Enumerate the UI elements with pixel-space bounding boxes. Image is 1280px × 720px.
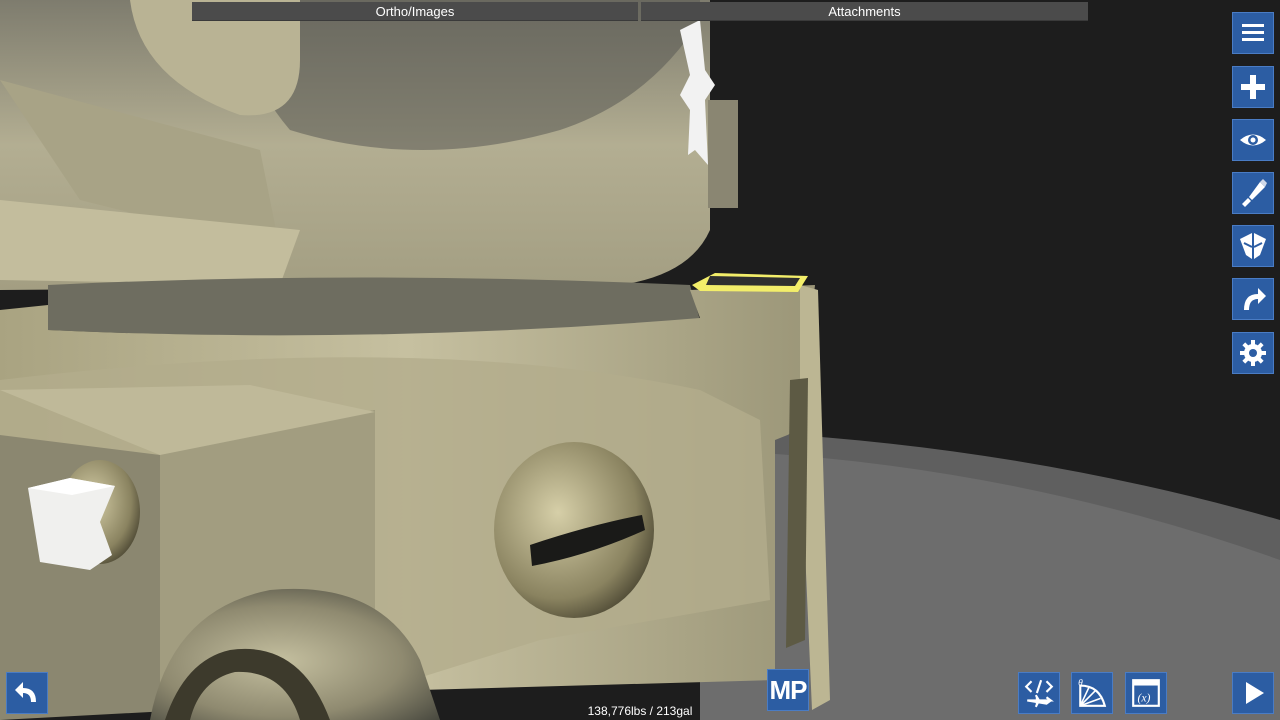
settings-icon bbox=[1240, 340, 1266, 366]
svg-text:(x): (x) bbox=[1137, 692, 1150, 705]
svg-text:θ: θ bbox=[1078, 678, 1083, 689]
undo-button[interactable] bbox=[6, 672, 48, 714]
paint-button[interactable] bbox=[1232, 172, 1274, 214]
ortho-images-tab[interactable]: Ortho/Images bbox=[192, 2, 638, 21]
rotation-gizmo-icon: θ bbox=[1078, 678, 1107, 707]
add-part-button[interactable] bbox=[1232, 66, 1274, 108]
mp-label: MP bbox=[769, 674, 808, 705]
redo-icon bbox=[1244, 288, 1266, 310]
mass-readout: 138,776lbs / 213gal bbox=[587, 704, 693, 718]
view-icon bbox=[1240, 134, 1266, 146]
menu-button[interactable] bbox=[1232, 12, 1274, 54]
paint-icon bbox=[1242, 179, 1267, 207]
menu-icon bbox=[1242, 24, 1264, 41]
play-button[interactable] bbox=[1232, 672, 1274, 714]
rotation-gizmo-button[interactable]: θ bbox=[1071, 672, 1113, 714]
symmetry-button[interactable] bbox=[1232, 225, 1274, 267]
3d-viewport[interactable] bbox=[0, 0, 1280, 720]
undo-icon bbox=[15, 682, 36, 702]
add-part-icon bbox=[1241, 75, 1265, 99]
xml-editor-icon bbox=[1024, 679, 1054, 708]
play-icon bbox=[1246, 682, 1264, 704]
attachments-tab[interactable]: Attachments bbox=[641, 2, 1088, 21]
settings-button[interactable] bbox=[1232, 332, 1274, 374]
variables-icon: (x) bbox=[1132, 679, 1160, 707]
xml-editor-button[interactable] bbox=[1018, 672, 1060, 714]
redo-button[interactable] bbox=[1232, 278, 1274, 320]
view-button[interactable] bbox=[1232, 119, 1274, 161]
symmetry-icon bbox=[1240, 233, 1266, 259]
mp-button[interactable]: MP bbox=[767, 669, 809, 711]
variables-button[interactable]: (x) bbox=[1125, 672, 1167, 714]
